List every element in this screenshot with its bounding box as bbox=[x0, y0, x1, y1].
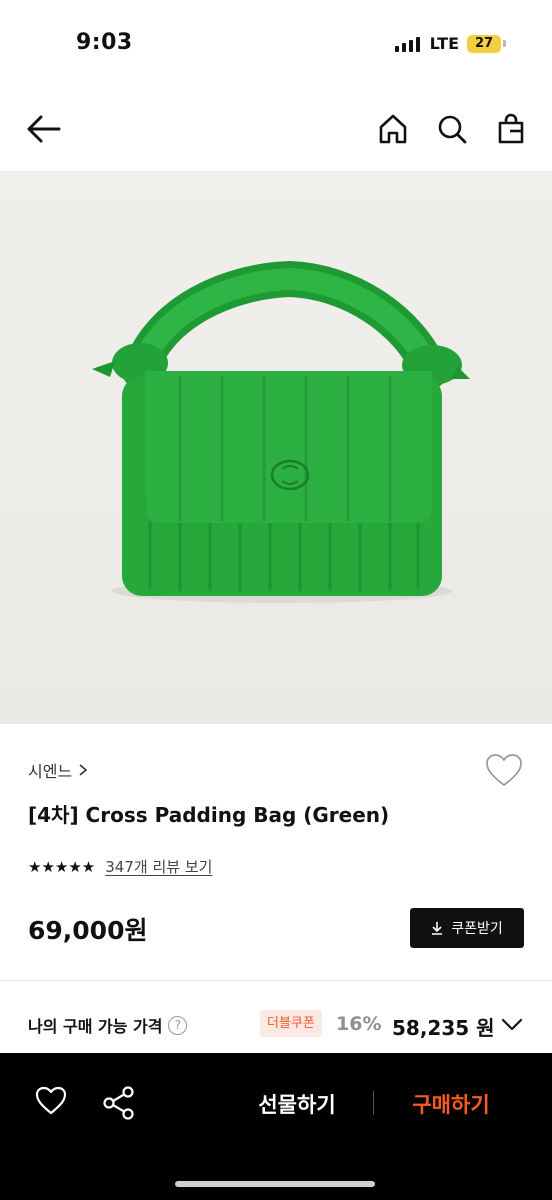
gift-button[interactable]: 선물하기 bbox=[240, 1089, 354, 1119]
wishlist-heart-icon[interactable] bbox=[484, 752, 524, 790]
status-indicators: LTE 27 bbox=[394, 34, 506, 53]
my-price-label: 나의 구매 가능 가격 bbox=[28, 1017, 163, 1036]
status-time: 9:03 bbox=[76, 30, 133, 55]
discount-rate: 16% bbox=[336, 1013, 382, 1035]
battery-icon: 27 bbox=[467, 34, 501, 53]
chevron-right-icon bbox=[79, 764, 88, 776]
help-icon[interactable]: ? bbox=[168, 1015, 188, 1035]
battery-cap bbox=[503, 40, 506, 47]
divider bbox=[0, 980, 552, 981]
network-type: LTE bbox=[429, 34, 459, 53]
back-arrow-icon[interactable] bbox=[26, 111, 62, 147]
rating-row: ★★★★★ 347개 리뷰 보기 bbox=[28, 856, 212, 877]
product-title: [4차] Cross Padding Bag (Green) bbox=[28, 803, 390, 827]
final-price: 58,235 원 bbox=[392, 1016, 495, 1040]
brand-name: 시엔느 bbox=[28, 762, 73, 781]
product-price: 69,000원 bbox=[28, 916, 148, 945]
heart-icon[interactable] bbox=[34, 1085, 68, 1119]
double-coupon-badge: 더블쿠폰 bbox=[260, 1010, 322, 1037]
coupon-button[interactable]: 쿠폰받기 bbox=[410, 908, 524, 948]
bottom-action-bar: 선물하기 구매하기 bbox=[0, 1053, 552, 1200]
shopping-bag-icon[interactable] bbox=[493, 111, 529, 147]
my-price-row[interactable]: 나의 구매 가능 가격 ? 더블쿠폰 16% 58,235 원 bbox=[0, 1000, 552, 1048]
status-bar: 9:03 LTE 27 bbox=[0, 0, 552, 90]
product-image[interactable] bbox=[0, 171, 552, 724]
coupon-button-label: 쿠폰받기 bbox=[451, 921, 503, 937]
signal-icon bbox=[394, 36, 420, 52]
chevron-down-icon[interactable] bbox=[500, 1014, 524, 1034]
top-nav bbox=[0, 95, 552, 165]
buy-button[interactable]: 구매하기 bbox=[396, 1089, 506, 1119]
my-price-label-group: 나의 구매 가능 가격 ? bbox=[28, 1013, 188, 1037]
download-icon bbox=[432, 922, 443, 935]
share-icon[interactable] bbox=[102, 1085, 136, 1121]
star-rating: ★★★★★ bbox=[28, 857, 96, 876]
review-link[interactable]: 347개 리뷰 보기 bbox=[105, 856, 212, 877]
home-indicator bbox=[175, 1181, 375, 1187]
search-icon[interactable] bbox=[434, 111, 470, 147]
home-icon[interactable] bbox=[375, 111, 411, 147]
separator bbox=[373, 1091, 374, 1115]
brand-link[interactable]: 시엔느 bbox=[28, 758, 88, 782]
